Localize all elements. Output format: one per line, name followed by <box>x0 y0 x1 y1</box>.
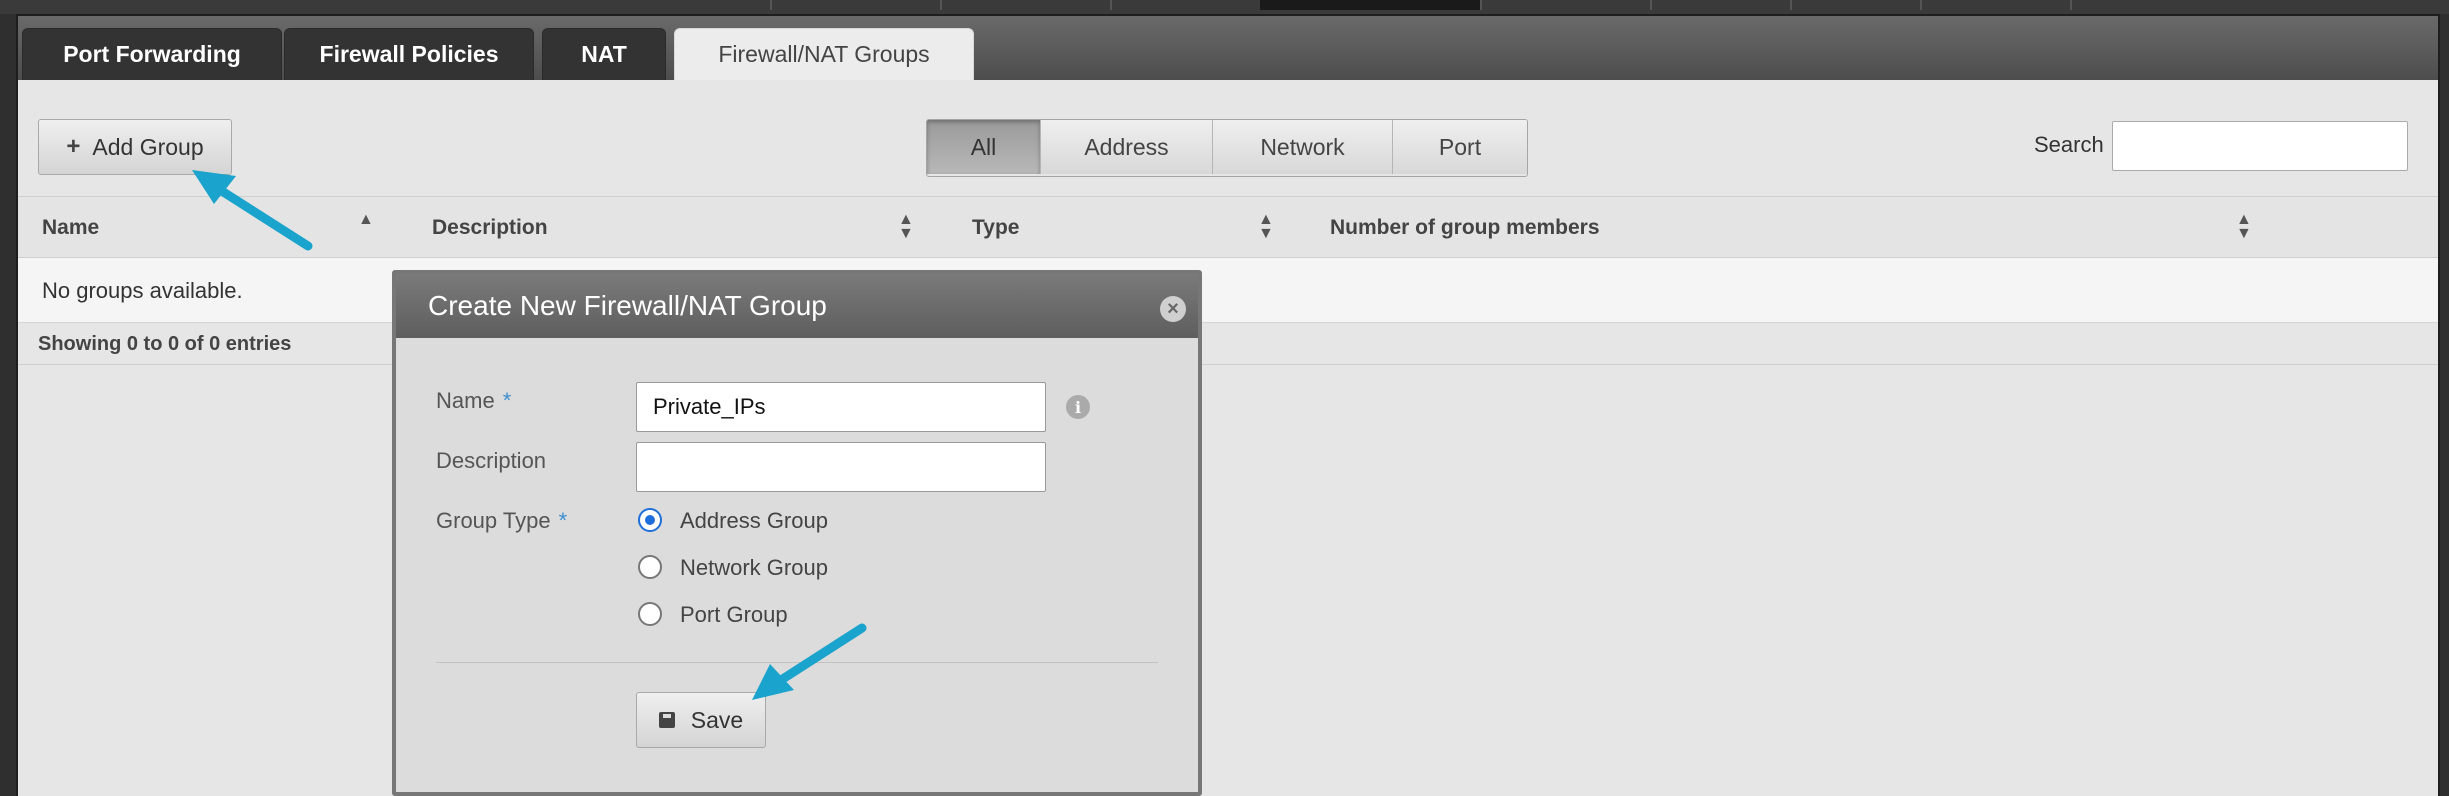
dialog-title: Create New Firewall/NAT Group <box>396 274 1198 338</box>
top-strip-segment <box>1920 0 2072 10</box>
save-button[interactable]: Save <box>636 692 766 748</box>
top-strip-segment <box>940 0 1112 10</box>
close-icon[interactable]: × <box>1160 296 1186 322</box>
top-strip-segment <box>770 0 942 10</box>
top-strip-segment <box>1650 0 1792 10</box>
name-label: Name * <box>436 388 512 413</box>
column-type[interactable]: Type <box>972 216 1019 240</box>
save-label: Save <box>690 706 744 733</box>
floppy-disk-icon <box>658 712 675 728</box>
dialog-divider <box>436 662 1158 663</box>
search-input[interactable] <box>2112 121 2408 171</box>
column-description[interactable]: Description <box>432 216 548 240</box>
top-strip-segment <box>1790 0 1922 10</box>
add-group-button[interactable]: + Add Group <box>38 119 232 175</box>
tab-firewall-nat-groups[interactable]: Firewall/NAT Groups <box>674 28 974 80</box>
sort-icon[interactable]: ▲ ▼ <box>1258 212 1274 242</box>
required-mark: * <box>502 388 512 413</box>
info-icon[interactable]: i <box>1066 395 1090 419</box>
port-group-radio[interactable] <box>638 602 662 626</box>
description-label: Description <box>436 448 547 473</box>
tab-port-forwarding[interactable]: Port Forwarding <box>22 28 282 80</box>
filter-port-button[interactable]: Port <box>1393 120 1527 174</box>
empty-message: No groups available. <box>42 278 243 303</box>
filter-address-button[interactable]: Address <box>1041 120 1213 174</box>
table-info: Showing 0 to 0 of 0 entries <box>18 323 2438 365</box>
filter-all-button[interactable]: All <box>927 120 1041 174</box>
network-group-label[interactable]: Network Group <box>680 555 828 581</box>
tab-bar: Port Forwarding Firewall Policies NAT Fi… <box>18 16 2438 80</box>
address-group-label[interactable]: Address Group <box>680 508 828 534</box>
empty-table-row: No groups available. <box>18 258 2438 323</box>
toolbar: + Add Group All Address Network Port Sea… <box>18 80 2438 196</box>
port-group-label[interactable]: Port Group <box>680 602 788 628</box>
search-label: Search <box>2034 132 2104 157</box>
tab-nat[interactable]: NAT <box>542 28 666 80</box>
tab-firewall-policies[interactable]: Firewall Policies <box>284 28 534 80</box>
column-member-count[interactable]: Number of group members <box>1330 216 1600 240</box>
plus-icon: + <box>66 133 81 160</box>
sort-icon[interactable]: ▲ ▼ <box>898 212 914 242</box>
top-strip-segment <box>600 0 772 10</box>
table-header: Name ▲ Description ▲ ▼ Type ▲ ▼ Number of … <box>18 196 2438 258</box>
name-input[interactable]: Private_IPs <box>636 382 1046 432</box>
description-input[interactable] <box>636 442 1046 492</box>
top-strip-segment <box>1260 0 1482 10</box>
main-panel: Port Forwarding Firewall Policies NAT Fi… <box>16 14 2440 796</box>
filter-network-button[interactable]: Network <box>1213 120 1393 174</box>
type-filter: All Address Network Port <box>926 119 1528 177</box>
sort-icon[interactable]: ▲ ▼ <box>2236 212 2252 242</box>
sort-asc-icon[interactable]: ▲ <box>358 212 374 228</box>
entries-info: Showing 0 to 0 of 0 entries <box>38 333 292 355</box>
column-name[interactable]: Name <box>42 216 99 240</box>
network-group-radio[interactable] <box>638 555 662 579</box>
top-strip <box>0 0 2449 14</box>
address-group-radio[interactable] <box>638 508 662 532</box>
top-strip-segment <box>1480 0 1652 10</box>
required-mark: * <box>558 508 568 533</box>
create-group-dialog: Create New Firewall/NAT Group × Name * Pr… <box>392 270 1202 796</box>
add-group-label: Add Group <box>92 133 204 160</box>
group-type-label: Group Type * <box>436 508 568 533</box>
